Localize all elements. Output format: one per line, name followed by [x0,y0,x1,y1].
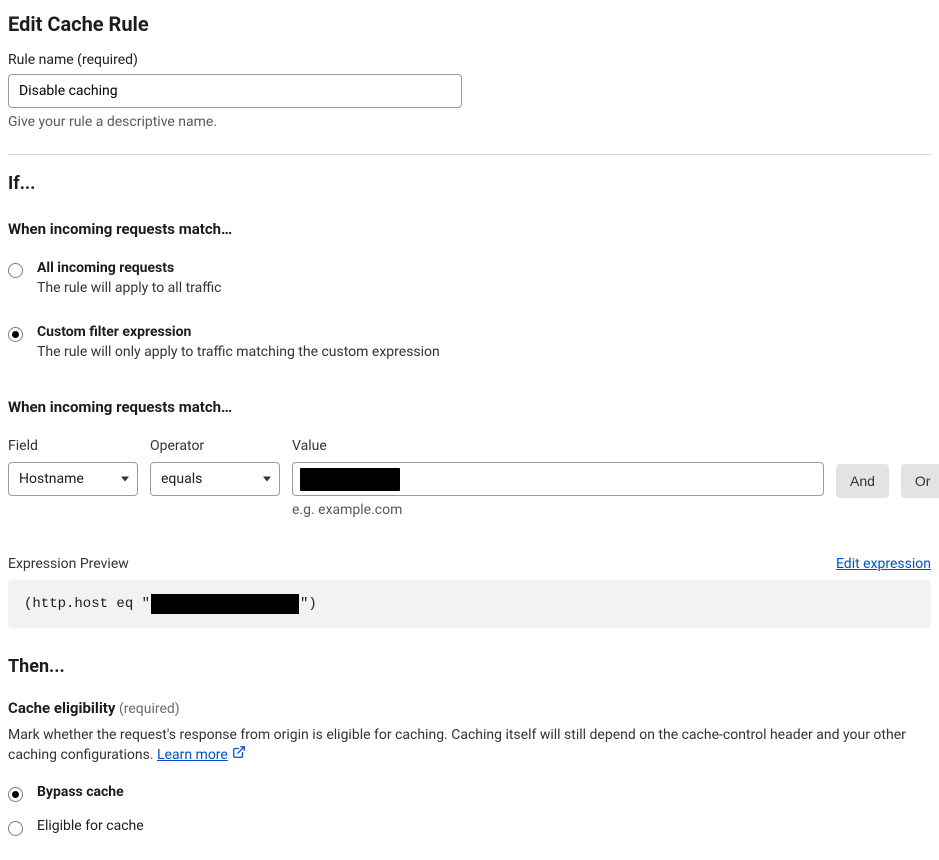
radio-icon [8,821,23,836]
value-input[interactable] [292,462,824,496]
required-marker: (required) [119,701,180,717]
cache-eligibility-desc: Mark whether the request's response from… [8,725,931,766]
redacted-value [300,468,400,491]
radio-desc: The rule will apply to all traffic [37,280,222,296]
operator-value: equals [161,471,202,487]
radio-desc: The rule will only apply to traffic matc… [37,344,440,360]
page-title: Edit Cache Rule [8,12,931,36]
and-button[interactable]: And [836,464,889,498]
radio-icon [8,263,23,278]
field-select[interactable]: Hostname [8,462,138,496]
chevron-down-icon [263,477,271,482]
radio-label: Bypass cache [37,784,124,800]
radio-option-eligible-cache[interactable]: Eligible for cache [8,818,931,836]
radio-label: All incoming requests [37,260,222,276]
rule-name-input[interactable] [8,74,462,108]
rule-name-hint: Give your rule a descriptive name. [8,114,931,130]
learn-more-link[interactable]: Learn more [157,747,228,763]
value-hint: e.g. example.com [292,502,824,518]
edit-expression-link[interactable]: Edit expression [836,556,931,572]
expression-preview-label: Expression Preview [8,556,129,572]
match-heading: When incoming requests match… [8,220,931,238]
radio-label: Custom filter expression [37,324,440,340]
radio-icon [8,327,23,342]
expression-preview-code: (http.host eq " ") [8,580,931,628]
field-value: Hostname [19,471,84,487]
value-label: Value [292,438,824,454]
rule-name-label: Rule name (required) [8,52,931,68]
field-label: Field [8,438,138,454]
operator-label: Operator [150,438,280,454]
radio-option-bypass-cache[interactable]: Bypass cache [8,784,931,802]
chevron-down-icon [121,477,129,482]
radio-option-all-requests[interactable]: All incoming requests The rule will appl… [8,260,931,296]
operator-select[interactable]: equals [150,462,280,496]
code-suffix: ") [300,596,317,612]
radio-option-custom-filter[interactable]: Custom filter expression The rule will o… [8,324,931,360]
redacted-host [151,594,299,614]
if-heading: If... [8,173,931,194]
external-link-icon [232,745,246,765]
then-heading: Then... [8,656,931,677]
radio-icon [8,787,23,802]
cache-eligibility-title: Cache eligibility [8,699,115,717]
builder-heading: When incoming requests match… [8,398,931,416]
radio-label: Eligible for cache [37,818,144,834]
or-button[interactable]: Or [901,464,939,498]
code-prefix: (http.host eq " [24,596,150,612]
divider [8,154,931,155]
